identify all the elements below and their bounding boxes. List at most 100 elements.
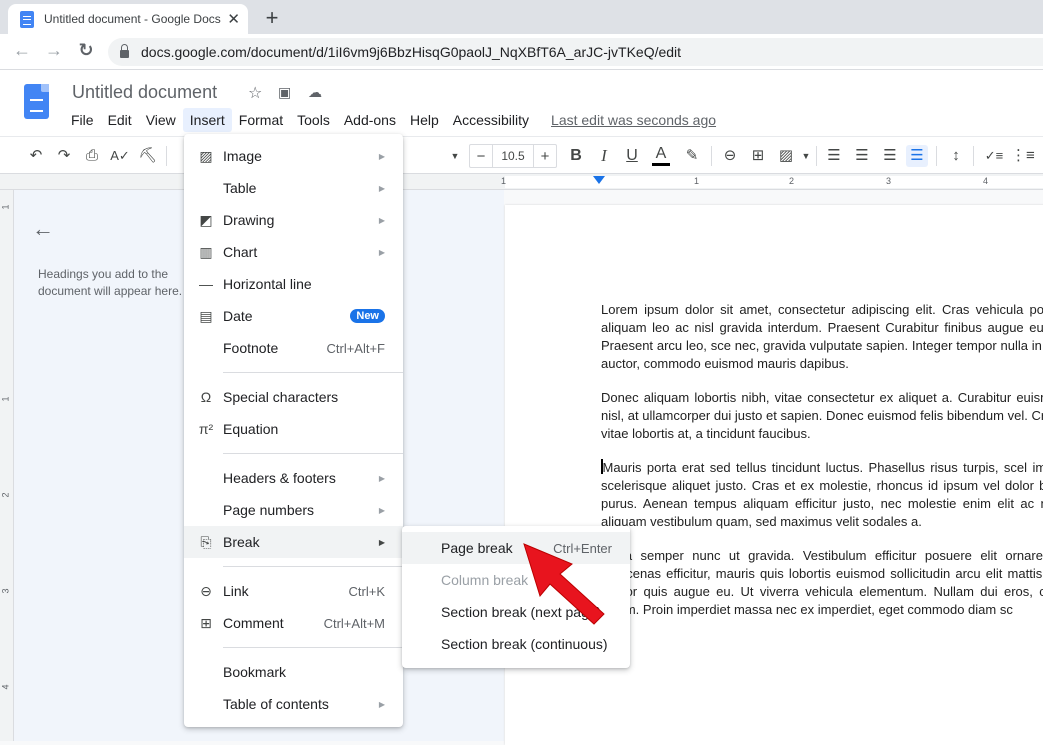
browser-tab[interactable]: Untitled document - Google Docs ✕	[8, 4, 248, 34]
menu-item-drawing[interactable]: ◩ Drawing ▶	[184, 204, 403, 236]
menu-item-date[interactable]: ▤ Date New	[184, 300, 403, 332]
undo-icon[interactable]: ↶	[25, 145, 47, 167]
omega-icon: Ω	[200, 389, 212, 405]
redo-icon[interactable]: ↷	[53, 145, 75, 167]
browser-tab-bar: Untitled document - Google Docs ✕ +	[0, 0, 1043, 34]
insert-link-icon[interactable]: ⊖	[719, 145, 741, 167]
menu-tools[interactable]: Tools	[290, 108, 337, 132]
submenu-arrow-icon: ▶	[378, 473, 385, 483]
menu-item-label: Drawing	[223, 212, 275, 228]
menu-accessibility[interactable]: Accessibility	[446, 108, 536, 132]
bold-icon[interactable]: B	[565, 145, 587, 167]
menu-item-special-characters[interactable]: Ω Special characters	[184, 381, 403, 413]
docs-logo-icon[interactable]	[24, 84, 49, 119]
menu-format[interactable]: Format	[232, 108, 290, 132]
add-comment-icon[interactable]: ⊞	[747, 145, 769, 167]
font-size-input[interactable]: 10.5	[492, 145, 534, 167]
paint-format-icon[interactable]: ⛏	[137, 145, 159, 167]
menu-item-label: Chart	[223, 244, 258, 260]
font-size-stepper[interactable]: − 10.5 +	[469, 144, 557, 168]
image-dropdown-icon[interactable]: ▼	[795, 145, 817, 167]
last-edit-link[interactable]: Last edit was seconds ago	[544, 108, 723, 132]
menu-item-label: Headers & footers	[223, 470, 336, 486]
toolbar-divider	[711, 146, 712, 166]
text-color-icon[interactable]: A	[650, 145, 672, 167]
toolbar-divider	[166, 146, 167, 166]
document-title[interactable]: Untitled document	[72, 82, 217, 103]
menu-help[interactable]: Help	[403, 108, 446, 132]
cloud-saved-icon[interactable]: ☁	[308, 84, 322, 101]
decrease-font-size-button[interactable]: −	[470, 145, 492, 167]
horizontal-line-icon: —	[199, 276, 213, 292]
spellcheck-icon[interactable]: A✓	[109, 145, 131, 167]
vruler-tick: 2	[0, 492, 11, 498]
paragraph: Mauris porta erat sed tellus tincidunt l…	[601, 460, 1043, 529]
submenu-arrow-icon: ▶	[378, 247, 385, 257]
close-outline-icon[interactable]: ←	[32, 216, 54, 242]
highlight-color-icon[interactable]: ✎	[681, 145, 703, 167]
menu-item-label: Date	[223, 308, 253, 324]
url-field[interactable]: docs.google.com/document/d/1iI6vm9j6BbzH…	[108, 38, 1043, 66]
bulleted-list-icon[interactable]: ⋮≡	[1011, 145, 1035, 167]
menu-item-label: Footnote	[223, 340, 279, 356]
print-icon[interactable]: ⎙	[81, 145, 103, 167]
menu-item-chart[interactable]: ▥ Chart ▶	[184, 236, 403, 268]
ruler-tick: 1	[501, 176, 507, 186]
align-right-icon[interactable]: ☰	[879, 145, 901, 167]
move-folder-icon[interactable]: ▣	[278, 84, 291, 101]
checklist-icon[interactable]: ✓≡	[983, 145, 1005, 167]
star-icon[interactable]: ☆	[248, 83, 262, 103]
lock-icon	[120, 44, 129, 58]
menu-item-link[interactable]: ⊖ Link Ctrl+K	[184, 575, 403, 607]
close-tab-icon[interactable]: ✕	[227, 10, 240, 28]
menu-divider	[223, 647, 403, 648]
menu-item-label: Table of contents	[223, 696, 329, 712]
menu-item-table[interactable]: Table ▶	[184, 172, 403, 204]
back-icon[interactable]: ←	[10, 40, 34, 61]
menu-addons[interactable]: Add-ons	[337, 108, 403, 132]
menu-item-page-numbers[interactable]: Page numbers ▶	[184, 494, 403, 526]
menu-divider	[223, 566, 403, 567]
align-left-icon[interactable]: ☰	[823, 145, 845, 167]
menu-file[interactable]: File	[64, 108, 101, 132]
paragraph: Porta semper nunc ut gravida. Vestibulum…	[601, 548, 1043, 617]
menu-item-equation[interactable]: π² Equation	[184, 413, 403, 445]
menu-divider	[223, 453, 403, 454]
align-center-icon[interactable]: ☰	[851, 145, 873, 167]
reload-icon[interactable]: ↻	[74, 40, 98, 61]
menu-item-section-break-continuous[interactable]: Section break (continuous)	[402, 628, 630, 660]
menu-item-bookmark[interactable]: Bookmark	[184, 656, 403, 688]
justify-icon[interactable]: ☰	[906, 145, 928, 167]
menu-item-headers-footers[interactable]: Headers & footers ▶	[184, 462, 403, 494]
indent-marker[interactable]	[593, 176, 605, 184]
new-badge: New	[350, 309, 385, 323]
document-body[interactable]: Lorem ipsum dolor sit amet, consectetur …	[601, 301, 1043, 635]
submenu-arrow-icon: ▶	[378, 537, 385, 547]
insert-image-icon[interactable]: ▨	[775, 145, 797, 167]
underline-icon[interactable]: U	[621, 145, 643, 167]
menu-item-table-of-contents[interactable]: Table of contents ▶	[184, 688, 403, 720]
line-spacing-icon[interactable]: ↕	[945, 145, 967, 167]
menu-view[interactable]: View	[139, 108, 183, 132]
forward-icon[interactable]: →	[42, 40, 66, 61]
menu-item-label: Equation	[223, 421, 279, 437]
menu-insert[interactable]: Insert	[182, 108, 232, 132]
menu-item-horizontal-line[interactable]: — Horizontal line	[184, 268, 403, 300]
increase-font-size-button[interactable]: +	[534, 145, 556, 167]
menu-item-footnote[interactable]: Footnote Ctrl+Alt+F	[184, 332, 403, 364]
break-icon: ⎘	[200, 534, 212, 550]
menu-item-label: Special characters	[223, 389, 339, 405]
menu-item-label: Page numbers	[223, 502, 315, 518]
new-tab-button[interactable]: +	[260, 5, 284, 31]
menu-edit[interactable]: Edit	[101, 108, 139, 132]
font-dropdown-icon[interactable]: ▼	[444, 145, 466, 167]
shortcut: Ctrl+K	[348, 583, 385, 599]
italic-icon[interactable]: I	[593, 145, 615, 167]
ruler-tick: 1	[694, 176, 700, 186]
menu-item-image[interactable]: ▨ Image ▶	[184, 140, 403, 172]
submenu-arrow-icon: ▶	[378, 151, 385, 161]
menu-item-comment[interactable]: ⊞ Comment Ctrl+Alt+M	[184, 607, 403, 639]
toolbar-divider	[816, 146, 817, 166]
menu-item-break[interactable]: ⎘ Break ▶	[184, 526, 403, 558]
ruler-tick: 3	[886, 176, 892, 186]
